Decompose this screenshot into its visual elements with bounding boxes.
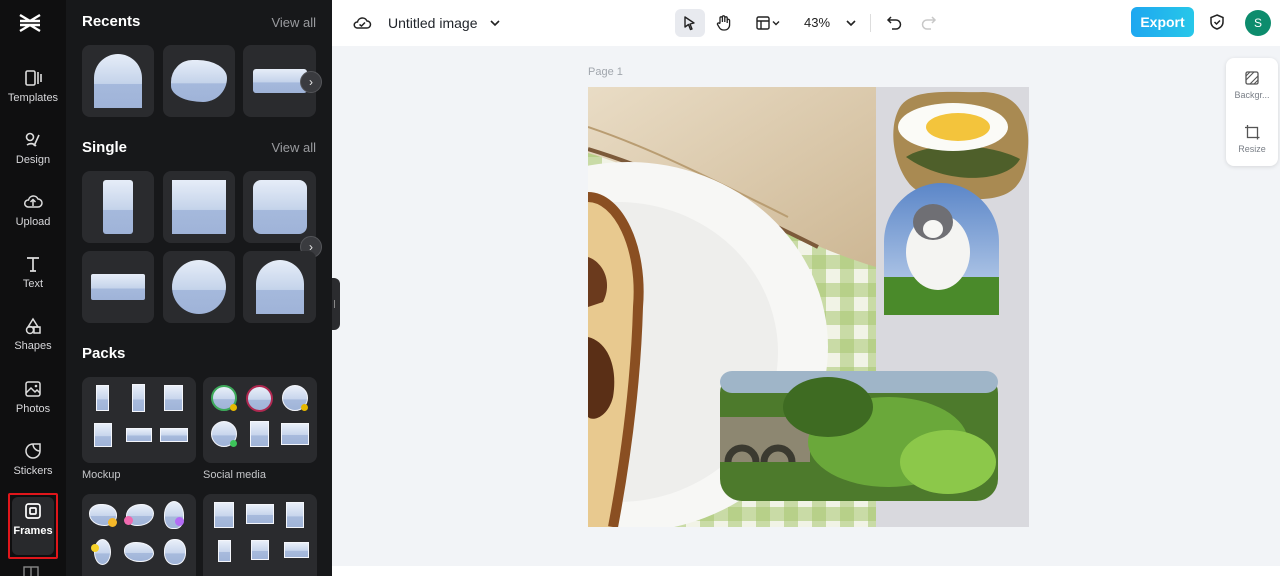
rail-label-photos: Photos [15,403,51,415]
rail-item-shapes[interactable]: Shapes [0,310,66,366]
recent-frame-blob[interactable] [163,45,235,117]
design-icon [25,132,40,147]
document-title[interactable]: Untitled image [388,15,478,31]
toolbar-divider [870,14,871,32]
shapes-icon [25,317,41,335]
rail-label-frames: Frames [13,525,53,537]
photos-icon [25,381,41,397]
rail-label-shapes: Shapes [14,340,52,352]
background-label: Backgr... [1234,90,1270,100]
recent-frame-arch[interactable] [82,45,154,117]
single-title: Single [82,139,128,156]
single-frame-rounded-square[interactable] [243,171,316,243]
rail-label-stickers: Stickers [13,465,53,477]
rail-item-stickers[interactable]: Stickers [0,435,66,491]
pack-mockup[interactable] [82,377,196,463]
stickers-icon [25,443,41,459]
right-tools-panel: Backgr... Resize [1226,58,1278,166]
zoom-chevron-down-icon[interactable] [845,17,857,29]
rail-item-photos[interactable]: Photos [0,373,66,429]
background-button[interactable]: Backgr... [1226,70,1278,100]
single-frame-portrait[interactable] [82,171,154,243]
layout-button[interactable] [750,9,786,37]
frames-icon [25,503,41,519]
redo-icon[interactable] [920,14,937,31]
pack-label-social-media: Social media [203,469,266,481]
resize-label: Resize [1238,144,1266,154]
cursor-icon [684,16,695,31]
left-rail: Templates Design Upload Text Shapes Phot… [0,0,66,576]
shield-icon[interactable] [1208,13,1226,31]
zoom-level[interactable]: 43% [804,15,830,30]
design-page[interactable] [588,87,1029,527]
packs-title: Packs [82,345,126,362]
resize-button[interactable]: Resize [1226,124,1278,154]
more-icon[interactable] [23,566,39,576]
hand-icon [716,15,731,31]
export-button[interactable]: Export [1131,7,1194,37]
bottom-strip [332,566,1280,576]
single-frame-landscape[interactable] [82,251,154,323]
frames-panel: Recents View all › Single View all › Pac… [66,0,332,576]
recents-view-all-link[interactable]: View all [271,15,316,30]
rail-item-templates[interactable]: Templates [0,62,66,118]
rail-item-frames[interactable]: Frames [8,493,58,559]
rail-label-text: Text [22,278,44,290]
single-frame-square[interactable] [163,171,235,243]
canvas-artwork [588,87,1029,527]
rail-item-design[interactable]: Design [0,124,66,180]
pack-grid[interactable] [203,494,317,576]
hand-tool-button[interactable] [709,9,739,37]
title-chevron-down-icon[interactable] [489,17,501,29]
rail-label-templates: Templates [7,92,59,104]
layout-chevron-down-icon [772,21,780,26]
undo-icon[interactable] [886,14,903,31]
templates-icon [25,70,42,86]
rail-label-upload: Upload [15,216,51,228]
single-frame-circle[interactable] [163,251,235,323]
panel-collapse-handle[interactable] [332,278,340,330]
upload-cloud-icon [24,195,43,208]
page-label: Page 1 [588,66,623,78]
background-icon [1245,71,1259,85]
user-avatar[interactable]: S [1245,10,1271,36]
pack-blobs[interactable] [82,494,196,576]
pack-label-mockup: Mockup [82,469,121,481]
capcut-logo-icon[interactable] [17,10,43,36]
cloud-sync-icon[interactable] [352,13,372,33]
select-tool-button[interactable] [675,9,705,37]
text-icon [27,257,39,272]
recents-next-button[interactable]: › [300,71,322,93]
recents-title: Recents [82,13,141,30]
rail-item-text[interactable]: Text [0,248,66,304]
rail-item-upload[interactable]: Upload [0,186,66,242]
top-bar: Untitled image 43% Export S [332,0,1280,46]
single-frame-arch[interactable] [243,251,316,323]
layout-icon [756,16,770,30]
single-view-all-link[interactable]: View all [271,140,316,155]
rail-label-design: Design [15,154,51,166]
resize-icon [1245,125,1260,140]
pack-social-media[interactable] [203,377,317,463]
